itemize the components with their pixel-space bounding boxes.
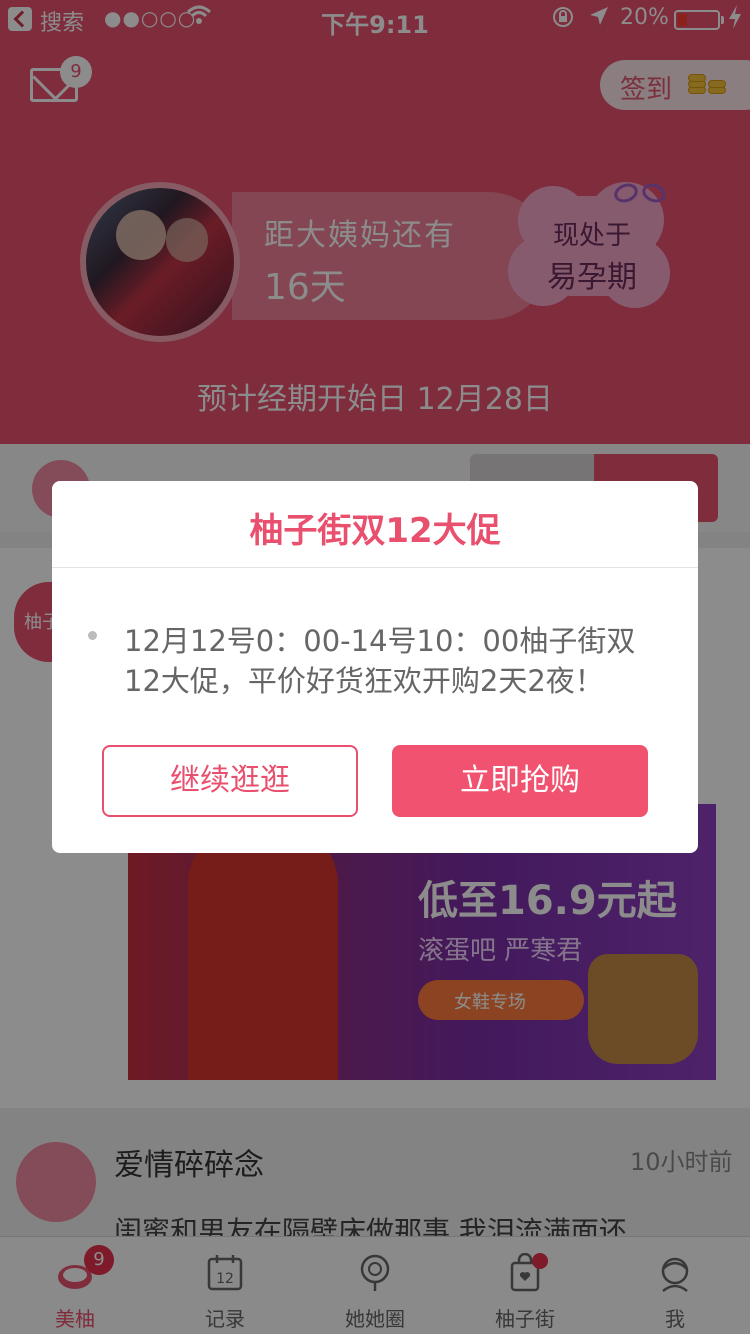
promo-dialog: 柚子街双12大促 12月12号0：00-14号10：00柚子街双 12大促，平价… <box>52 481 698 853</box>
dialog-divider <box>52 567 698 568</box>
bullet-icon <box>88 631 97 640</box>
dialog-title: 柚子街双12大促 <box>249 511 501 551</box>
dialog-message: 12月12号0：00-14号10：00柚子街双 12大促，平价好货狂欢开购2天2… <box>124 624 636 698</box>
continue-browsing-button[interactable]: 继续逛逛 <box>102 745 358 817</box>
buy-now-button[interactable]: 立即抢购 <box>392 745 648 817</box>
